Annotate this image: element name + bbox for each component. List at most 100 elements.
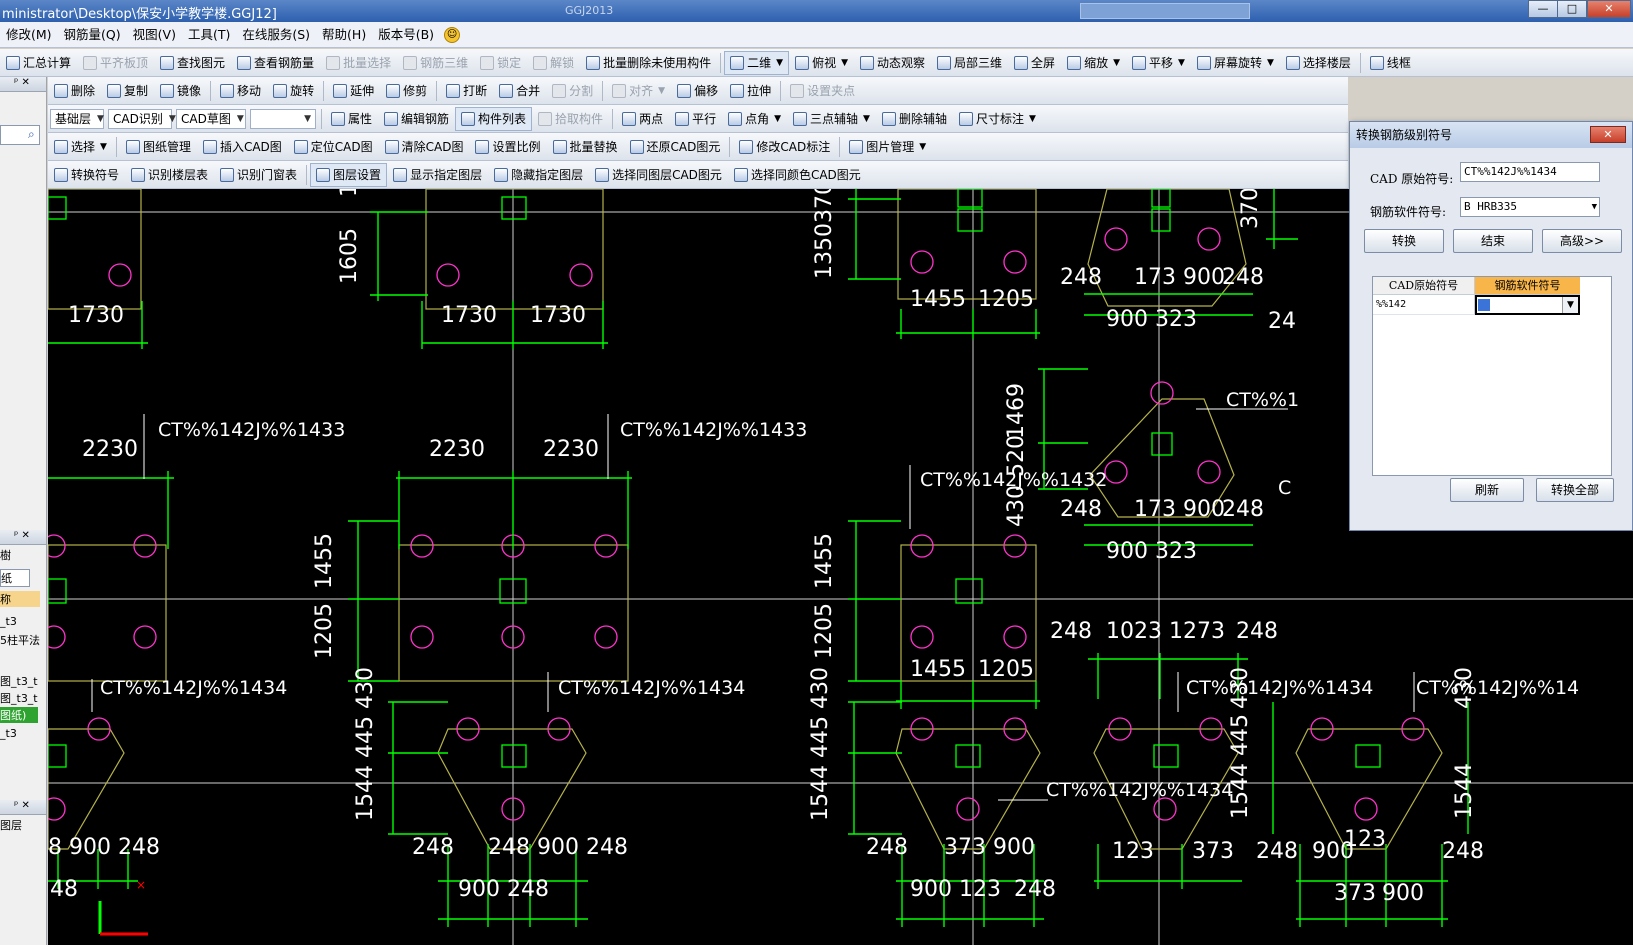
toolbar-button[interactable]: 偏移 [671, 79, 724, 103]
toolbar-button[interactable]: 图片管理 ▼ [843, 135, 932, 159]
panel-pin-close[interactable]: ᵖ ✕ [14, 77, 30, 88]
maximize-button[interactable]: □ [1557, 0, 1587, 18]
menu-item[interactable]: 工具(T) [182, 22, 236, 48]
toolbar-button[interactable]: 分割 [546, 79, 599, 103]
menu-item[interactable]: 在线服务(S) [236, 22, 316, 48]
chevron-down-icon[interactable]: ▼ [1562, 297, 1578, 313]
toolbar-button[interactable]: 旋转 [267, 79, 320, 103]
toolbar-button[interactable]: 选择同颜色CAD图元 [728, 163, 867, 187]
toolbar-button[interactable]: 复制 [101, 79, 154, 103]
end-button[interactable]: 结束 [1453, 229, 1533, 253]
toolbar-button[interactable]: 延伸 [327, 79, 380, 103]
minimize-button[interactable]: — [1528, 0, 1558, 18]
smiley-icon[interactable]: ☺ [444, 26, 461, 43]
menu-item[interactable]: 修改(M) [0, 22, 58, 48]
toolbar-button[interactable]: 转换符号 [48, 163, 125, 187]
toolbar-combo[interactable]: 基础层 ▼ [50, 108, 104, 129]
grid-cell-cad[interactable]: %%142 [1373, 295, 1475, 315]
toolbar-button[interactable]: 平齐板顶 [77, 51, 154, 75]
software-symbol-select[interactable]: B HRB335 ▼ [1460, 197, 1600, 217]
toolbar-button[interactable]: 尺寸标注 ▼ [953, 107, 1042, 131]
left-tab-label[interactable]: 樹 [0, 547, 11, 563]
toolbar-button[interactable]: 批量删除未使用构件 [580, 51, 717, 75]
cad-symbol-input[interactable]: CT%%142J%%1434 [1460, 162, 1600, 182]
toolbar-button[interactable]: 缩放 ▼ [1061, 51, 1126, 75]
toolbar-button[interactable]: 识别门窗表 [214, 163, 303, 187]
symbol-mapping-grid[interactable]: CAD原始符号 钢筋软件符号 %%142 ▼ [1372, 276, 1612, 476]
toolbar-button[interactable]: 选择楼层 [1280, 51, 1357, 75]
grid-header-cad[interactable]: CAD原始符号 [1373, 277, 1475, 295]
refresh-button[interactable]: 刷新 [1450, 478, 1524, 502]
toolbar-button[interactable]: 局部三维 [931, 51, 1008, 75]
toolbar-button[interactable]: 移动 [214, 79, 267, 103]
toolbar-button[interactable]: 批量替换 [547, 135, 624, 159]
toolbar-button[interactable]: 显示指定图层 [387, 163, 488, 187]
toolbar-button[interactable]: 修剪 [380, 79, 433, 103]
toolbar-button[interactable]: 平行 [669, 107, 722, 131]
toolbar-button[interactable]: 还原CAD图元 [624, 135, 727, 159]
toolbar-button[interactable]: 屏幕旋转 ▼ [1191, 51, 1280, 75]
toolbar-button[interactable]: 动态观察 [854, 51, 931, 75]
toolbar-combo[interactable]: CAD识别 ▼ [108, 108, 176, 129]
left-list-item[interactable]: _t3 [0, 727, 17, 740]
toolbar-button[interactable]: 构件列表 [455, 106, 533, 131]
toolbar-button[interactable]: 图纸管理 [120, 135, 197, 159]
search-icon[interactable]: ⌕ [28, 127, 35, 142]
toolbar-button[interactable]: 批量选择 [320, 51, 397, 75]
toolbar-button[interactable]: 选择同图层CAD图元 [589, 163, 728, 187]
toolbar-button[interactable]: 全屏 [1008, 51, 1061, 75]
left-paper-label[interactable]: 纸 [0, 569, 30, 587]
toolbar-button[interactable]: 拉伸 [724, 79, 777, 103]
toolbar-button[interactable]: 汇总计算 [0, 51, 77, 75]
toolbar-button[interactable]: 插入CAD图 [197, 135, 288, 159]
close-button[interactable]: ✕ [1587, 0, 1631, 18]
toolbar-combo[interactable]: CAD草图 ▼ [176, 108, 246, 129]
left-list-item[interactable]: _t3 [0, 615, 17, 628]
menu-item[interactable]: 版本号(B) [372, 22, 440, 48]
panel-pin-close-mid[interactable]: ᵖ ✕ [14, 530, 30, 541]
title-search-box[interactable] [1080, 3, 1250, 19]
toolbar-button[interactable]: 线框 [1364, 51, 1417, 75]
left-list-item[interactable]: 图_t3_t [0, 673, 38, 689]
advanced-button[interactable]: 高级>> [1542, 229, 1622, 253]
toolbar-button[interactable]: 编辑钢筋 [378, 107, 455, 131]
toolbar-button[interactable]: 图层设置 [310, 162, 388, 187]
left-list-item-selected[interactable]: 图纸) [0, 707, 38, 723]
menu-item[interactable]: 帮助(H) [316, 22, 372, 48]
toolbar-button[interactable]: 钢筋三维 [397, 51, 474, 75]
grid-cell-software-combo[interactable]: ▼ [1475, 295, 1580, 315]
toolbar-button[interactable]: 点角 ▼ [722, 107, 787, 131]
menu-item[interactable]: 钢筋量(Q) [58, 22, 127, 48]
toolbar-button[interactable]: 属性 [325, 107, 378, 131]
toolbar-button[interactable]: 三点辅轴 ▼ [787, 107, 876, 131]
left-list-item[interactable]: 5柱平法 [0, 632, 40, 648]
toolbar-button[interactable]: 修改CAD标注 [733, 135, 836, 159]
toolbar-button[interactable]: 定位CAD图 [288, 135, 379, 159]
convert-all-button[interactable]: 转换全部 [1536, 478, 1614, 502]
menu-item[interactable]: 视图(V) [127, 22, 182, 48]
toolbar-button[interactable]: 二维 ▼ [724, 50, 790, 75]
toolbar-button[interactable]: 清除CAD图 [379, 135, 470, 159]
toolbar-button[interactable]: 两点 [616, 107, 669, 131]
toolbar-button[interactable]: 拾取构件 [532, 107, 609, 131]
toolbar-button[interactable]: 隐藏指定图层 [488, 163, 589, 187]
toolbar-button[interactable]: 选择 ▼ [48, 135, 113, 159]
toolbar-button[interactable]: 镜像 [154, 79, 207, 103]
toolbar-button[interactable]: 平移 ▼ [1126, 51, 1191, 75]
toolbar-button[interactable]: 解锁 [527, 51, 580, 75]
toolbar-button[interactable]: 打断 [440, 79, 493, 103]
toolbar-button[interactable]: 俯视 ▼ [789, 51, 854, 75]
toolbar-button[interactable]: 识别楼层表 [125, 163, 214, 187]
convert-button[interactable]: 转换 [1364, 229, 1444, 253]
toolbar-button[interactable]: 锁定 [474, 51, 527, 75]
panel-pin-close-bottom[interactable]: ᵖ ✕ [14, 800, 30, 811]
toolbar-button[interactable]: 查找图元 [154, 51, 231, 75]
toolbar-button[interactable]: 合并 [493, 79, 546, 103]
toolbar-button[interactable]: 删除辅轴 [876, 107, 953, 131]
toolbar-button[interactable]: 删除 [48, 79, 101, 103]
left-list-item[interactable]: 图_t3_t [0, 690, 38, 706]
grid-header-software[interactable]: 钢筋软件符号 [1475, 277, 1580, 295]
toolbar-combo[interactable]: ▼ [250, 108, 316, 129]
dialog-close-button[interactable]: ✕ [1590, 126, 1626, 143]
toolbar-button[interactable]: 对齐 ▼ [606, 79, 671, 103]
